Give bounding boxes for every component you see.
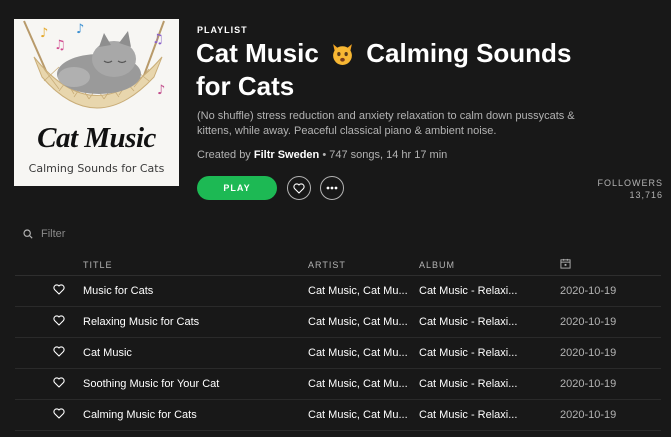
playlist-kind-label: PLAYLIST xyxy=(197,25,248,35)
track-date-added: 2020-10-19 xyxy=(560,316,617,328)
track-album-link[interactable]: Cat Music - Relaxi... xyxy=(419,409,519,421)
cover-title: Cat Music xyxy=(37,122,156,154)
svg-text:♫: ♫ xyxy=(54,38,66,53)
created-by-label: Created by xyxy=(197,149,251,161)
playlist-header: ♪ ♫ ♪ ♫ ♪ Cat Music Calming Sounds for C… xyxy=(0,0,671,210)
track-album-link[interactable]: Cat Music - Relaxi... xyxy=(419,347,519,359)
like-button[interactable] xyxy=(287,176,311,200)
svg-text:♪: ♪ xyxy=(40,26,48,41)
heart-icon xyxy=(53,408,65,419)
column-header-album[interactable]: ALBUM xyxy=(419,260,455,270)
followers-label: FOLLOWERS xyxy=(597,178,663,188)
search-icon xyxy=(23,229,33,239)
track-row[interactable]: Music for Cats Cat Music, Cat Mu... Cat … xyxy=(15,276,661,307)
track-row[interactable]: Relaxing Music for Cats Cat Music, Cat M… xyxy=(15,307,661,338)
track-artist-link[interactable]: Cat Music, Cat Mu... xyxy=(308,347,408,359)
svg-text:♪: ♪ xyxy=(157,83,165,98)
save-track-button[interactable] xyxy=(53,377,67,391)
track-date-added: 2020-10-19 xyxy=(560,378,617,390)
playlist-stats: • 747 songs, 14 hr 17 min xyxy=(322,149,448,161)
track-artist-link[interactable]: Cat Music, Cat Mu... xyxy=(308,378,408,390)
more-options-button[interactable] xyxy=(320,176,344,200)
cat-face-icon xyxy=(333,44,352,65)
svg-text:♫: ♫ xyxy=(152,32,164,47)
playlist-owner-link[interactable]: Filtr Sweden xyxy=(254,149,319,161)
track-date-added: 2020-10-19 xyxy=(560,347,617,359)
heart-icon xyxy=(53,284,65,295)
playlist-title-part1: Cat Music xyxy=(196,38,319,68)
track-album-link[interactable]: Cat Music - Relaxi... xyxy=(419,316,519,328)
track-row[interactable]: Calming Music for Cats Cat Music, Cat Mu… xyxy=(15,400,661,431)
track-date-added: 2020-10-19 xyxy=(560,409,617,421)
calendar-icon xyxy=(560,258,571,269)
cover-subtitle: Calming Sounds for Cats xyxy=(28,162,165,175)
track-title: Cat Music xyxy=(83,347,132,359)
column-header-date[interactable] xyxy=(560,258,571,271)
save-track-button[interactable] xyxy=(53,315,67,329)
column-header-title[interactable]: TITLE xyxy=(83,260,113,270)
heart-icon xyxy=(53,377,65,388)
playlist-description: (No shuffle) stress reduction and anxiet… xyxy=(197,110,575,137)
track-date-added: 2020-10-19 xyxy=(560,285,617,297)
track-album-link[interactable]: Cat Music - Relaxi... xyxy=(419,378,519,390)
followers-count: 13,716 xyxy=(629,190,663,200)
track-title: Soothing Music for Your Cat xyxy=(83,378,220,390)
playlist-meta: Created by Filtr Sweden • 747 songs, 14 … xyxy=(197,149,447,161)
column-header-artist[interactable]: ARTIST xyxy=(308,260,346,270)
track-artist-link[interactable]: Cat Music, Cat Mu... xyxy=(308,316,408,328)
track-row[interactable]: Soothing Music for Your Cat Cat Music, C… xyxy=(15,369,661,400)
save-track-button[interactable] xyxy=(53,408,67,422)
save-track-button[interactable] xyxy=(53,346,67,360)
save-track-button[interactable] xyxy=(53,284,67,298)
filter-input[interactable]: Filter xyxy=(41,228,65,240)
track-title: Calming Music for Cats xyxy=(83,409,197,421)
kitten-hammock-illustration: ♪ ♫ ♪ ♫ ♪ xyxy=(23,20,165,109)
svg-text:♪: ♪ xyxy=(76,22,84,37)
heart-icon xyxy=(53,315,65,326)
heart-icon xyxy=(293,182,305,194)
filter-field[interactable]: Filter xyxy=(23,227,65,241)
track-table-header: TITLE ARTIST ALBUM xyxy=(15,253,661,276)
track-row[interactable]: Cat Music Cat Music, Cat Mu... Cat Music… xyxy=(15,338,661,369)
playlist-cover-image: ♪ ♫ ♪ ♫ ♪ Cat Music Calming Sounds for C… xyxy=(14,19,179,186)
heart-icon xyxy=(53,346,65,357)
ellipsis-icon xyxy=(326,186,338,190)
playlist-title-line2: for Cats xyxy=(196,71,295,101)
track-title: Relaxing Music for Cats xyxy=(83,316,200,328)
track-table: TITLE ARTIST ALBUM Music for Cats Cat Mu… xyxy=(15,253,661,431)
play-button[interactable]: PLAY xyxy=(197,176,277,200)
track-artist-link[interactable]: Cat Music, Cat Mu... xyxy=(308,409,408,421)
playlist-title-part2: Calming Sounds xyxy=(366,38,572,68)
playlist-title: Cat Music Calming Sounds for Cats xyxy=(196,37,596,103)
track-album-link[interactable]: Cat Music - Relaxi... xyxy=(419,285,519,297)
track-title: Music for Cats xyxy=(83,285,154,297)
track-artist-link[interactable]: Cat Music, Cat Mu... xyxy=(308,285,408,297)
